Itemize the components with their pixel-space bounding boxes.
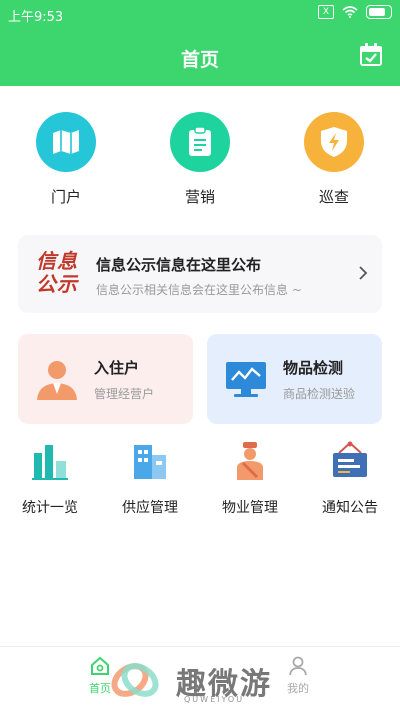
building-icon [134, 445, 166, 479]
notice-title: 信息公示信息在这里公布 [96, 256, 262, 274]
chevron-right-icon [359, 266, 368, 280]
bar-chart-icon [32, 445, 68, 480]
notice-logo-line: 公示 [36, 272, 78, 296]
staff-icon [237, 442, 263, 480]
card-title: 入住户 [94, 359, 140, 377]
grid-item-label: 供应管理 [122, 500, 178, 516]
card-subtitle: 商品检测送验 [283, 387, 356, 401]
monitor-icon [226, 362, 266, 397]
grid-item-label: 物业管理 [222, 500, 278, 516]
quick-action-patrol[interactable]: 巡查 [284, 112, 384, 207]
quick-action-label: 巡查 [318, 188, 349, 206]
status-time: 上午9:53 [8, 10, 64, 25]
watermark: 趣微游 QUWEIYOU [108, 655, 328, 705]
page-title: 首页 [180, 49, 219, 71]
card-subtitle: 管理经营户 [94, 387, 155, 401]
grid-item-supply[interactable]: 供应管理 [100, 441, 200, 517]
grid-item-statistics[interactable]: 统计一览 [0, 441, 100, 517]
grid-item-label: 通知公告 [322, 500, 378, 516]
map-icon [36, 112, 96, 172]
inspection-card[interactable]: 物品检测 商品检测送验 [207, 334, 382, 424]
notice-banner[interactable]: 信息 公示 信息公示信息在这里公布 信息公示相关信息会在这里公布信息 ~ [18, 235, 382, 313]
grid-item-label: 统计一览 [22, 500, 78, 516]
quick-action-marketing[interactable]: 营销 [150, 112, 250, 207]
person-icon [37, 361, 77, 400]
notice-logo: 信息 公示 [36, 250, 80, 296]
quick-action-label: 营销 [184, 188, 215, 206]
card-title: 物品检测 [283, 359, 344, 377]
status-icons: X [318, 5, 392, 19]
title-bar: 首页 [0, 28, 400, 86]
battery-icon [366, 5, 392, 19]
wifi-icon [342, 6, 358, 18]
grid-item-notice[interactable]: 通知公告 [300, 441, 400, 517]
notice-logo-line: 信息 [36, 249, 78, 273]
main-content: 门户 营销 巡查 信息 公示 信息公示信息在这里公布 信息公示相关信息会在这里公… [0, 86, 400, 646]
resident-card[interactable]: 入住户 管理经营户 [18, 334, 193, 424]
status-bar: 上午9:53 X [0, 0, 400, 28]
notice-board-icon [333, 441, 367, 477]
watermark-logo-icon [111, 663, 159, 697]
calendar-icon[interactable] [358, 42, 384, 68]
quick-action-portal[interactable]: 门户 [16, 112, 116, 207]
clipboard-icon [170, 112, 230, 172]
notice-subtitle: 信息公示相关信息会在这里公布信息 ~ [96, 283, 302, 297]
sim-icon: X [318, 5, 334, 19]
shield-icon [304, 112, 364, 172]
quick-action-label: 门户 [50, 188, 81, 206]
grid-item-property[interactable]: 物业管理 [200, 441, 300, 517]
watermark-subtext: QUWEIYOU [184, 695, 245, 704]
